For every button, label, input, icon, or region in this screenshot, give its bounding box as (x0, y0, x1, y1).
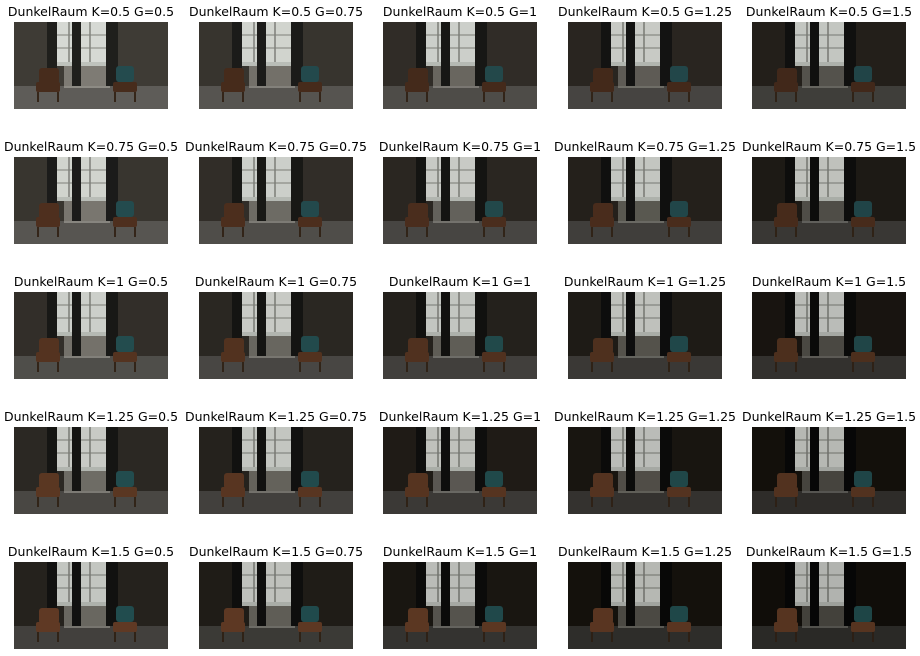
image-panel: DunkelRaum K=1 G=0.75 (195, 274, 357, 379)
room-photo-image (383, 157, 537, 244)
room-photo-image (199, 22, 353, 109)
image-panel: DunkelRaum K=1 G=1.5 (752, 274, 906, 379)
image-panel: DunkelRaum K=0.75 G=0.75 (185, 139, 367, 244)
image-panel: DunkelRaum K=0.5 G=1 (383, 4, 537, 109)
room-photo-image (14, 157, 168, 244)
image-panel: DunkelRaum K=1.5 G=1 (383, 544, 537, 649)
room-photo-image (199, 562, 353, 649)
room-photo-image (568, 292, 722, 379)
image-panel: DunkelRaum K=1.25 G=0.75 (185, 409, 367, 514)
image-panel: DunkelRaum K=0.5 G=0.5 (8, 4, 174, 109)
image-panel: DunkelRaum K=0.75 G=0.5 (4, 139, 178, 244)
room-photo-image (752, 292, 906, 379)
room-photo-image (199, 427, 353, 514)
room-photo-image (14, 292, 168, 379)
room-photo-image (752, 22, 906, 109)
room-photo-image (752, 427, 906, 514)
image-panel: DunkelRaum K=1.5 G=1.25 (558, 544, 732, 649)
image-panel: DunkelRaum K=1.5 G=1.5 (746, 544, 912, 649)
room-photo-image (383, 292, 537, 379)
room-photo-image (752, 562, 906, 649)
room-photo-image (383, 22, 537, 109)
room-photo-image (14, 22, 168, 109)
room-photo-image (199, 292, 353, 379)
image-panel: DunkelRaum K=1 G=1 (383, 274, 537, 379)
panel-title: DunkelRaum K=1.5 G=1.5 (745, 544, 913, 559)
image-panel: DunkelRaum K=0.5 G=1.5 (746, 4, 912, 109)
room-photo-image (383, 562, 537, 649)
image-panel: DunkelRaum K=1 G=1.25 (564, 274, 726, 379)
image-panel: DunkelRaum K=1 G=0.5 (14, 274, 168, 379)
image-panel: DunkelRaum K=1.25 G=0.5 (4, 409, 178, 514)
room-photo-image (752, 157, 906, 244)
image-panel: DunkelRaum K=1.5 G=0.75 (189, 544, 363, 649)
image-panel: DunkelRaum K=0.5 G=1.25 (558, 4, 732, 109)
room-photo-image (383, 427, 537, 514)
panel-title: DunkelRaum K=0.75 G=1.5 (741, 139, 917, 154)
panel-title: DunkelRaum K=0.5 G=1.5 (745, 4, 913, 19)
room-photo-image (14, 562, 168, 649)
room-photo-image (568, 562, 722, 649)
image-grid: DunkelRaum K=0.5 G=0.5 DunkelRaum K=0.5 … (0, 0, 920, 656)
panel-title: DunkelRaum K=1 G=1.5 (751, 274, 907, 289)
room-photo-image (14, 427, 168, 514)
room-photo-image (199, 157, 353, 244)
image-panel: DunkelRaum K=1.25 G=1.25 (554, 409, 736, 514)
image-panel: DunkelRaum K=0.75 G=1 (379, 139, 541, 244)
room-photo-image (568, 427, 722, 514)
panel-title: DunkelRaum K=1.25 G=1.5 (741, 409, 917, 424)
image-panel: DunkelRaum K=0.5 G=0.75 (189, 4, 363, 109)
image-panel: DunkelRaum K=1.25 G=1.5 (742, 409, 916, 514)
image-panel: DunkelRaum K=1.5 G=0.5 (8, 544, 174, 649)
image-panel: DunkelRaum K=1.25 G=1 (379, 409, 541, 514)
image-panel: DunkelRaum K=0.75 G=1.5 (742, 139, 916, 244)
image-panel: DunkelRaum K=0.75 G=1.25 (554, 139, 736, 244)
room-photo-image (568, 157, 722, 244)
room-photo-image (568, 22, 722, 109)
